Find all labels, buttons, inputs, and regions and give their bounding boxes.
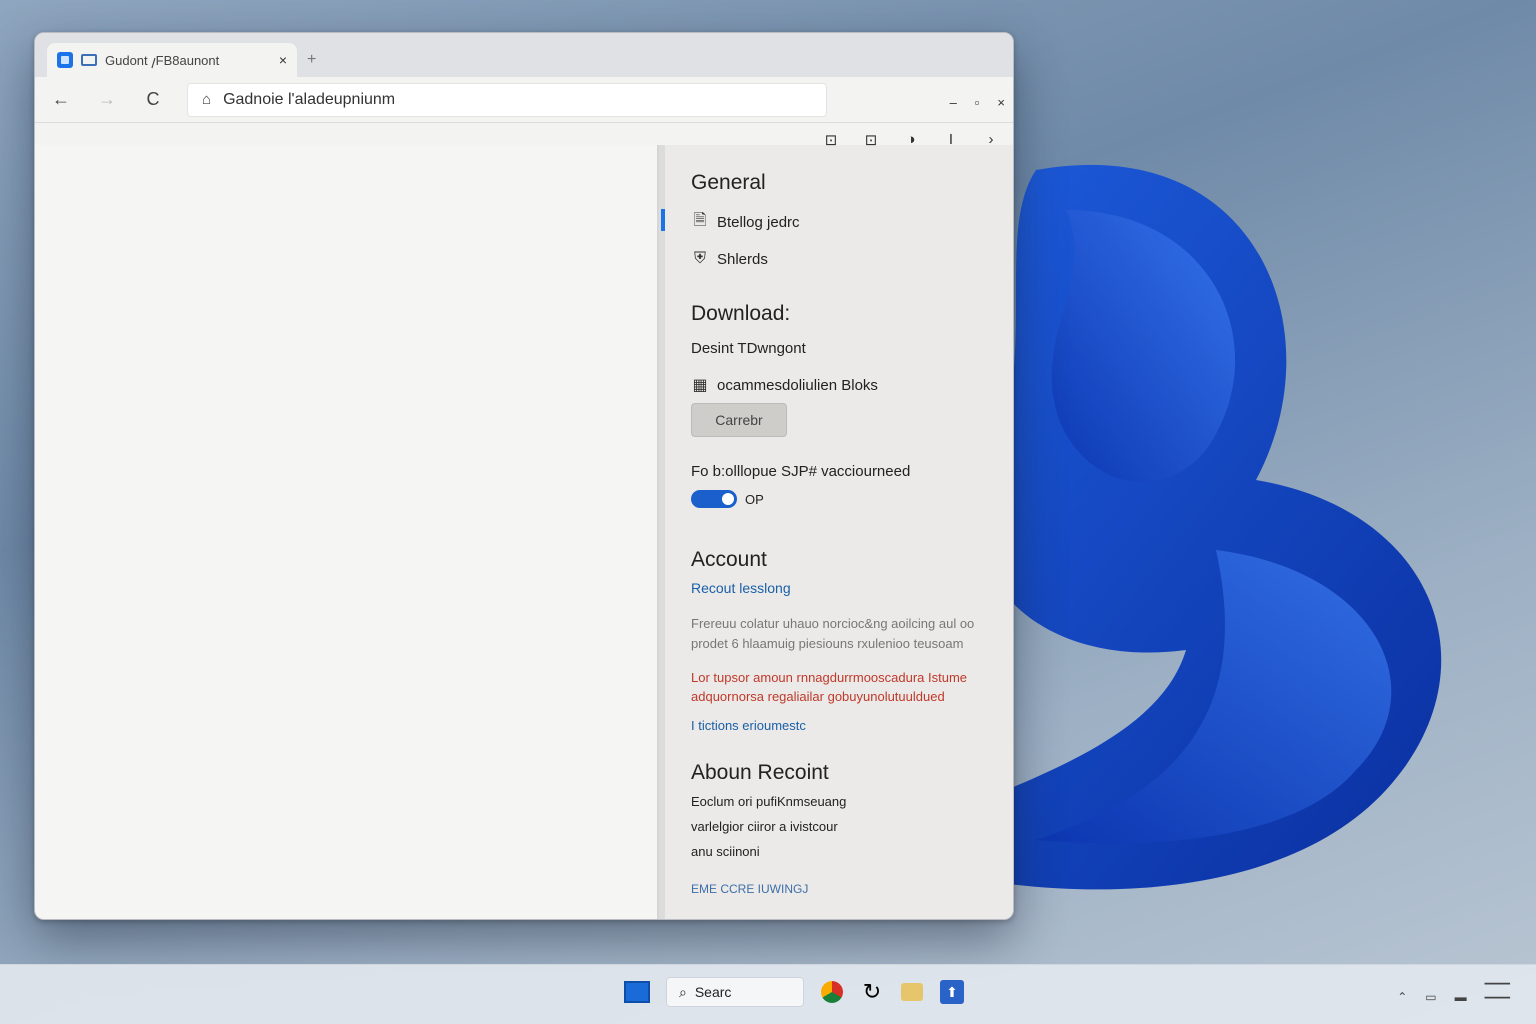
general-item-1[interactable]: ⛨ Shlerds	[691, 250, 991, 268]
account-link-2[interactable]: I tictions erioumestc	[691, 718, 991, 733]
profile-icon[interactable]: ◑	[901, 131, 921, 149]
taskbar-search[interactable]: ⌕ Searc	[666, 977, 804, 1007]
active-indicator	[661, 209, 665, 231]
new-tab-button[interactable]: +	[307, 51, 316, 69]
settings-panel: General 🗎 Btellog jedrc ⛨ Shlerds Downlo…	[659, 145, 1013, 919]
chevron-up-icon[interactable]: ⌃	[1397, 990, 1407, 1004]
account-warning-line: Lor tupsor amoun rnnagdurrmooscadura Ist…	[691, 670, 968, 685]
about-heading: Aboun Recoint	[691, 761, 829, 784]
home-icon[interactable]: ⌂	[202, 91, 211, 108]
taskbar: ⌕ Searc ↻ ⬆ ⌃ ▭ ▬ ▔▔▔ ▔▔▔	[0, 964, 1536, 1024]
app-icon[interactable]: ⬆	[940, 980, 964, 1004]
account-warning-line: adquornorsa regaliailar gobuyunolutuuldu…	[691, 689, 945, 704]
account-warning: Lor tupsor amoun rnnagdurrmooscadura Ist…	[691, 668, 991, 706]
favicon-icon	[57, 52, 73, 68]
general-item-label: Btellog jedrc	[717, 214, 800, 231]
window-icon	[81, 54, 97, 66]
folder-icon[interactable]	[900, 980, 924, 1004]
about-line: anu sciinoni	[691, 844, 760, 859]
maximize-button[interactable]: ▫	[975, 95, 980, 110]
download-label: Desint TDwngont	[691, 340, 806, 357]
address-bar[interactable]: ⌂ Gadnoie l'aladeupniunm	[187, 82, 827, 117]
clock-line: ▔▔▔	[1484, 984, 1510, 996]
system-tray: ⌃ ▭ ▬ ▔▔▔ ▔▔▔	[1397, 983, 1510, 1011]
url-text: Gadnoie l'aladeupniunm	[223, 90, 396, 108]
download-item-label: ocammesdoliulien Bloks	[717, 376, 878, 394]
tab-strip: Gudont 𐑢FB8aunont × +	[35, 33, 1013, 77]
download-toggle-row: OP	[691, 490, 991, 508]
account-link[interactable]: Recout lesslong	[691, 580, 991, 596]
account-heading: Account	[691, 548, 767, 571]
chevron-right-icon[interactable]: ›	[981, 131, 1001, 149]
about-line: varlelgior ciiror a ivistcour	[691, 819, 838, 834]
account-description-line: Frereuu colatur uhauo norcioc&ng aoilcin…	[691, 616, 975, 631]
window-controls: – ▫ ×	[950, 95, 1005, 110]
volume-icon[interactable]: ▬	[1455, 990, 1467, 1004]
shield-icon: ⛨	[693, 250, 706, 267]
download-icon[interactable]: I	[941, 131, 961, 149]
tab-close-icon[interactable]: ×	[279, 52, 287, 68]
grid-icon: ▦	[692, 377, 708, 394]
browser-window: Gudont 𐑢FB8aunont × + ← → C ⌂ Gadnoie l'…	[34, 32, 1014, 920]
extension-icon[interactable]: ⊡	[821, 131, 841, 149]
refresh-icon[interactable]: ↻	[860, 979, 884, 1004]
close-button[interactable]: ×	[997, 95, 1005, 110]
extension-icon[interactable]: ⊡	[861, 131, 881, 149]
download-toggle[interactable]	[691, 490, 737, 508]
chrome-icon[interactable]	[820, 980, 844, 1004]
taskbar-apps: ⌕ Searc ↻ ⬆	[624, 977, 964, 1007]
browser-toolbar: ← → C ⌂ Gadnoie l'aladeupniunm	[35, 77, 1013, 123]
taskbar-search-label: Searc	[694, 984, 732, 1000]
account-description-line: prodet 6 hlaamuig piesiouns rxulenioo te…	[691, 636, 964, 651]
document-icon: 🗎	[693, 212, 707, 229]
toggle-state-label: OP	[745, 491, 764, 507]
back-button[interactable]: ←	[49, 89, 73, 110]
network-icon[interactable]: ▭	[1425, 990, 1436, 1004]
account-description: Frereuu colatur uhauo norcioc&ng aoilcin…	[691, 614, 991, 654]
browser-tab[interactable]: Gudont 𐑢FB8aunont ×	[47, 43, 297, 77]
download-item[interactable]: ▦ ocammesdoliulien Bloks	[691, 375, 991, 395]
start-icon[interactable]	[624, 981, 650, 1003]
clock[interactable]: ▔▔▔ ▔▔▔	[1485, 983, 1510, 1011]
about-version: EME CCRE IUWINGJ	[691, 882, 809, 896]
tab-title: Gudont 𐑢FB8aunont	[105, 53, 220, 68]
minimize-button[interactable]: –	[950, 95, 957, 110]
general-item-0[interactable]: 🗎 Btellog jedrc	[691, 209, 991, 236]
general-item-label: Shlerds	[717, 250, 768, 268]
download-heading: Download:	[691, 302, 791, 325]
content-area: General 🗎 Btellog jedrc ⛨ Shlerds Downlo…	[35, 145, 1013, 919]
reload-button[interactable]: C	[141, 89, 165, 110]
general-heading: General	[691, 171, 766, 194]
forward-button[interactable]: →	[95, 89, 119, 110]
page-viewport	[35, 145, 659, 919]
clock-line: ▔▔▔	[1484, 998, 1510, 1010]
change-button[interactable]: Carrebr	[691, 403, 787, 437]
download-option-label: Fo b:olllopue SJP# vacciourneed	[691, 463, 911, 480]
about-line: Eoclum ori pufiKnmseuang	[691, 794, 847, 809]
extension-toolbar: ⊡ ⊡ ◑ I ›	[821, 131, 1001, 149]
search-icon: ⌕	[679, 983, 687, 1000]
